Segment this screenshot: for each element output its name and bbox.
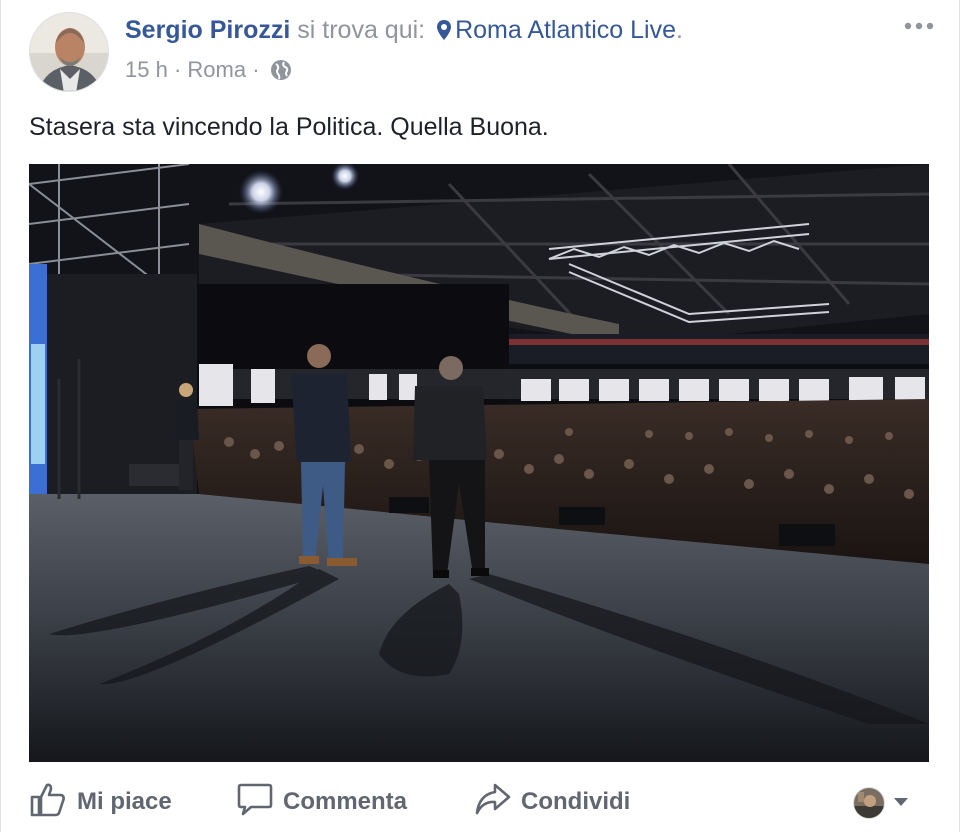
location-period: . (676, 16, 683, 44)
share-label: Condividi (521, 788, 631, 815)
share-button[interactable]: Condividi (475, 772, 630, 832)
share-arrow-icon (475, 781, 521, 824)
comment-label: Commenta (283, 788, 408, 815)
author-avatar[interactable] (29, 12, 109, 92)
more-options-button[interactable] (901, 14, 937, 38)
post-photo[interactable] (29, 164, 929, 762)
location-pin-icon (436, 17, 452, 49)
post-timestamp[interactable]: 15 h (125, 57, 168, 82)
caret-down-icon (893, 794, 909, 812)
more-options-icon (904, 17, 934, 35)
comment-button[interactable]: Commenta (237, 772, 407, 832)
globe-icon[interactable] (270, 59, 292, 88)
thumbs-up-icon (29, 780, 77, 825)
like-button[interactable]: Mi piace (29, 772, 172, 832)
user-avatar (853, 787, 885, 819)
checkin-text: si trova qui: (297, 16, 426, 44)
comment-bubble-icon (237, 781, 283, 824)
audience-selector[interactable] (853, 786, 913, 820)
post-header: Sergio Pirozzi si trova qui: Roma Atlant… (125, 14, 683, 49)
like-label: Mi piace (77, 788, 172, 815)
post-message: Stasera sta vincendo la Politica. Quella… (29, 113, 549, 141)
post-actions: Mi piace Commenta Condividi (1, 772, 960, 832)
meta-separator-2: · (252, 57, 260, 82)
location-link[interactable]: Roma Atlantico Live (455, 16, 676, 44)
meta-separator: · (173, 57, 182, 82)
post-city[interactable]: Roma (187, 57, 246, 82)
author-name[interactable]: Sergio Pirozzi (125, 16, 290, 44)
post-meta: 15 h · Roma · (125, 56, 292, 88)
facebook-post: Sergio Pirozzi si trova qui: Roma Atlant… (0, 0, 960, 832)
